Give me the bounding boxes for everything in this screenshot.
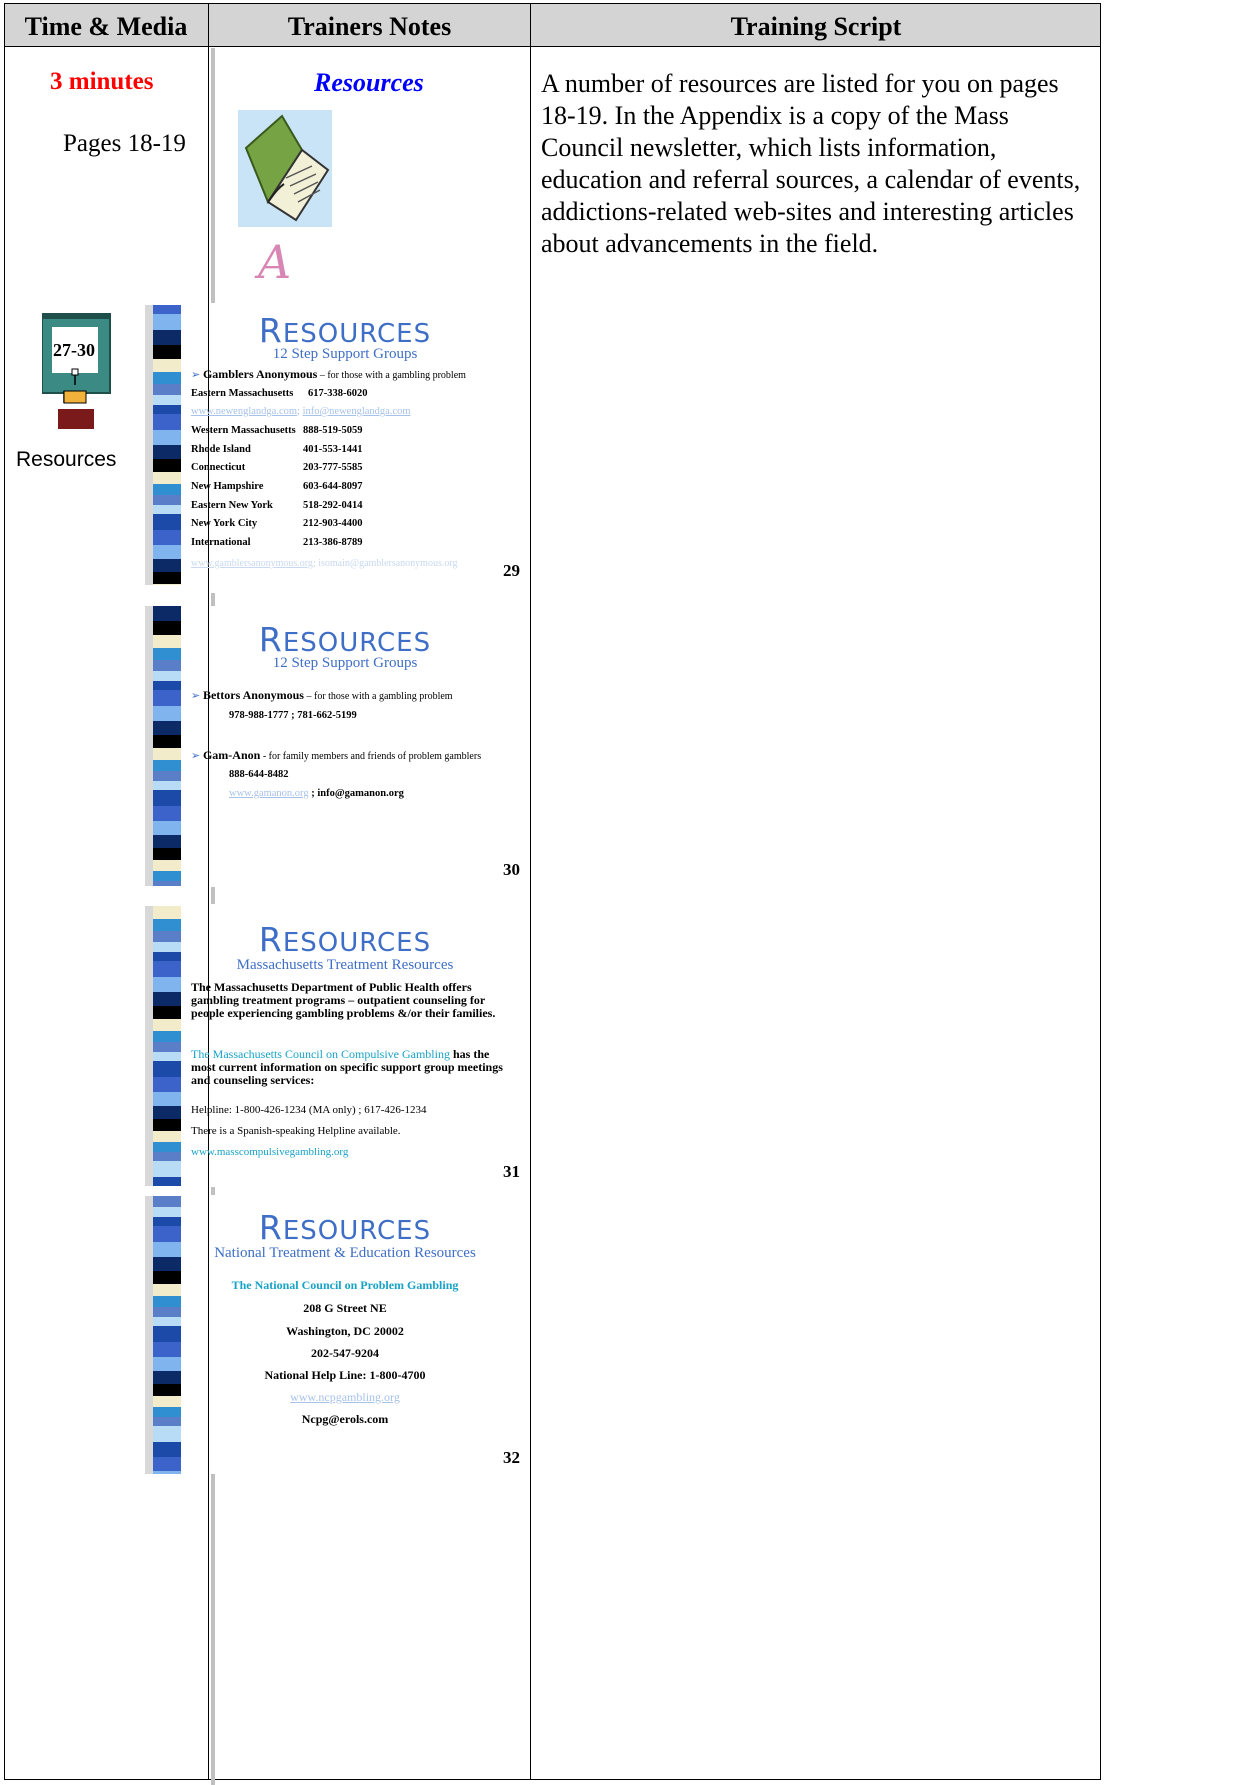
phone-numbers: 978-988-1777 ; 781-662-5199 [229,710,357,721]
slide-number: 29 [503,561,520,580]
column-divider [530,3,531,1780]
website-link[interactable]: www.masscompulsivegambling.org [191,1146,348,1158]
slide-subtitle: National Treatment & Education Resources [214,1245,476,1261]
website-link[interactable]: www.ncpgambling.org [145,1390,545,1405]
region-row: Connecticut 203-777-5585 [191,462,363,473]
slide-links: www.newenglandga.com; info@newenglandga.… [191,406,411,417]
slide-subtitle: 12 Step Support Groups [272,655,418,671]
slide-item: ➢ Gam-Anon - for family members and frie… [191,748,482,762]
column-gutter [211,1474,215,1785]
header-trainers-notes: Trainers Notes [287,12,452,41]
slide-title: RESOURCES [258,311,432,350]
table-frame [4,3,1101,1780]
region-row: Western Massachusetts 888-519-5059 [191,425,363,436]
training-script-text: A number of resources are listed for you… [541,69,1081,258]
website-link[interactable]: www.gamanon.org [229,788,309,799]
column-gutter [211,1187,215,1195]
slide-number: 32 [503,1448,520,1467]
slide-31: RESOURCES Massachusetts Treatment Resour… [145,906,520,1186]
column-gutter [211,887,215,904]
time-minutes: 3 minutes [50,68,154,95]
slide-subtitle: Massachusetts Treatment Resources [236,957,454,973]
slide-paragraph: The Massachusetts Department of Public H… [191,980,496,1020]
region-row: New York City 212-903-4400 [191,518,363,529]
appendix-a-icon: A [258,235,292,289]
column-gutter [211,48,215,303]
slide-heading: ➢ Gamblers Anonymous – for those with a … [191,367,466,381]
region-row: Eastern Massachusetts 617-338-6020 [191,388,368,399]
phone-number: 888-644-8482 [229,769,289,780]
website-link[interactable]: www.gamblersanonymous.org [191,558,313,569]
slide-item: ➢ Bettors Anonymous – for those with a g… [191,688,453,702]
pages-reference: Pages 18-19 [63,130,186,157]
slide-title: RESOURCES [258,620,432,659]
resources-label: Resources [16,448,117,471]
slide-title: RESOURCES [258,1208,432,1247]
header-time-media: Time & Media [24,12,188,41]
spanish-helpline-text: There is a Spanish-speaking Helpline ava… [191,1125,401,1137]
region-row: International 213-386-8789 [191,537,363,548]
header-training-script: Training Script [730,12,902,41]
region-row: Rhode Island 401-553-1441 [191,444,363,455]
slide-links: www.gamanon.org ; info@gamanon.org [229,788,404,799]
slide-footer-links: www.gamblersanonymous.org; isomain@gambl… [191,558,458,569]
region-row: New Hampshire 603-644-8097 [191,481,363,492]
helpline-text: Helpline: 1-800-426-1234 (MA only) ; 617… [191,1104,427,1116]
helpline-text: National Help Line: 1-800-4700 [264,1368,426,1382]
column-divider [208,3,209,1780]
slide-title: RESOURCES [258,920,432,959]
website-link[interactable]: www.newenglandga.com [191,406,297,417]
slide-32: RESOURCES National Treatment & Education… [145,1196,520,1474]
phone-number: 202-547-9204 [311,1346,379,1360]
email-text: Ncpg@erols.com [301,1412,389,1426]
email-link[interactable]: info@newenglandga.com [303,406,411,417]
slide-paragraph: The Massachusetts Council on Compulsive … [191,1047,503,1087]
slide-range-label: 27-30 [53,340,95,360]
slide-29: RESOURCES 12 Step Support Groups ➢ Gambl… [145,305,520,585]
slide-30: RESOURCES 12 Step Support Groups ➢ Betto… [145,606,520,886]
email-link[interactable]: isomain@gamblersanonymous.org [318,558,457,569]
slide-subtitle: 12 Step Support Groups [272,346,418,362]
address-street: 208 G Street NE [303,1301,387,1315]
slide-number: 31 [503,1162,520,1181]
slide-number: 30 [503,860,520,879]
slide-stack-icon [41,312,112,431]
notes-title: Resources [314,68,424,97]
org-name: The National Council on Problem Gambling [231,1278,459,1292]
open-book-icon [238,110,332,227]
column-gutter [211,593,215,606]
region-row: Eastern New York 518-292-0414 [191,500,363,511]
address-city: Washington, DC 20002 [286,1324,404,1338]
